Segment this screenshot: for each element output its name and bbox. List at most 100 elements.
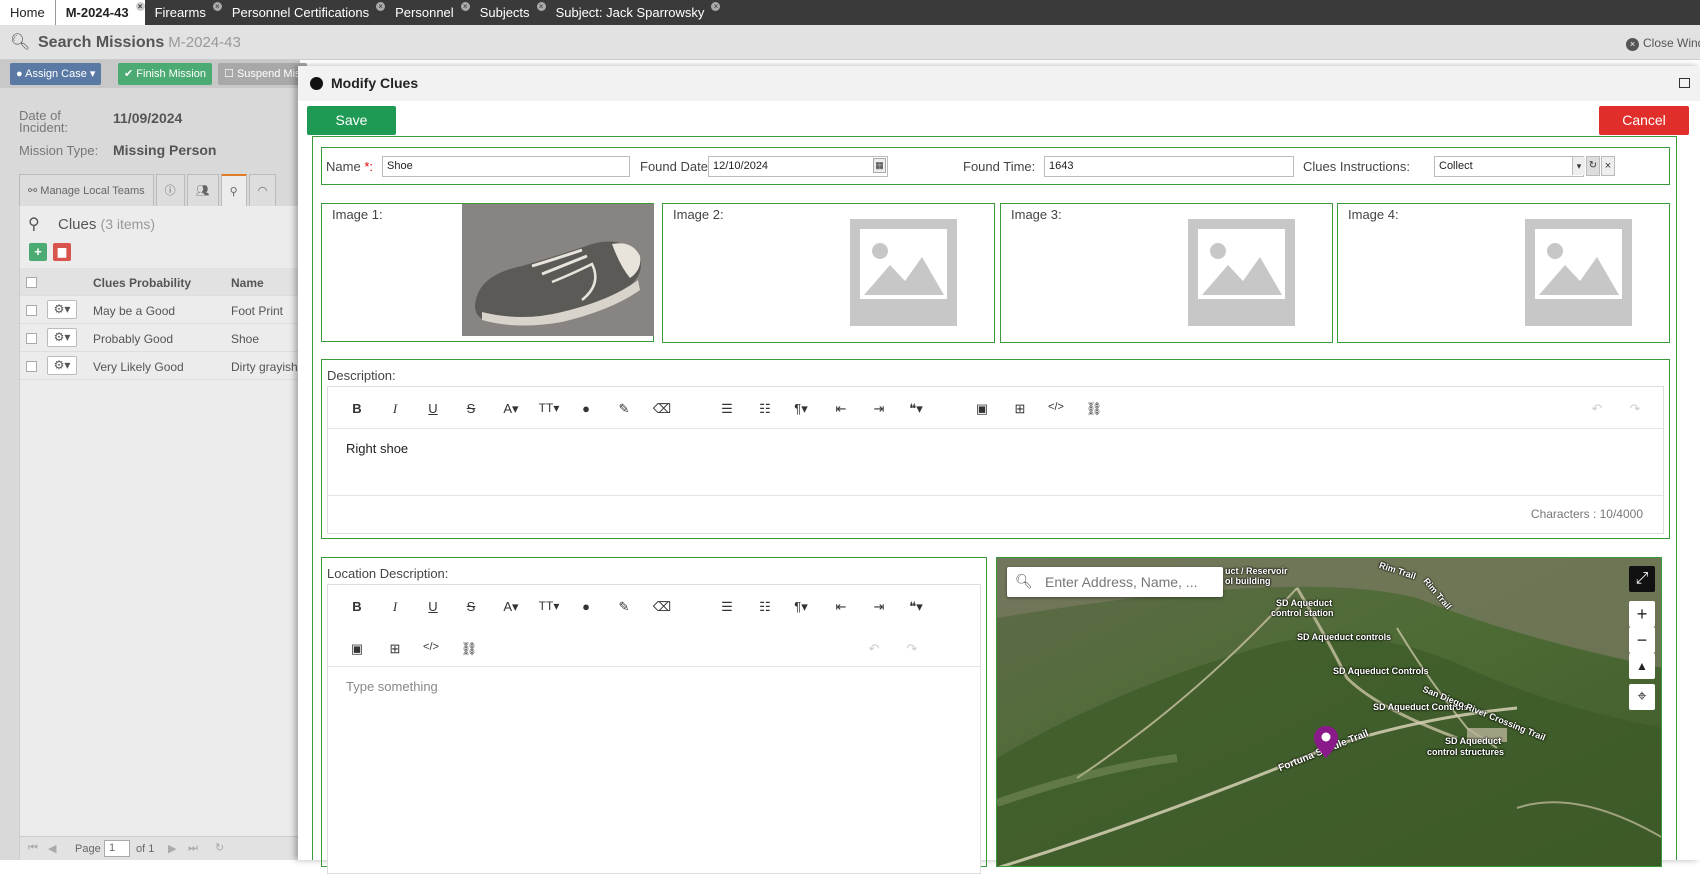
close-icon[interactable]: ×: [460, 2, 470, 11]
column-header-probability[interactable]: Clues Probability: [93, 276, 191, 290]
table-row[interactable]: ⚙▾ May be a Good Foot Print: [20, 296, 300, 324]
found-date-input[interactable]: 12/10/2024: [708, 156, 888, 177]
unordered-list-icon[interactable]: ☷: [753, 401, 777, 417]
tab-manage-local-teams[interactable]: ⚯ Manage Local Teams: [19, 174, 154, 206]
location-text-placeholder[interactable]: Type something: [346, 679, 438, 694]
tab-home[interactable]: Home: [0, 0, 56, 25]
zoom-out-button[interactable]: −: [1629, 627, 1655, 653]
compass-icon[interactable]: ▲: [1629, 653, 1655, 679]
gear-icon[interactable]: ⚙▾: [47, 300, 77, 319]
font-size-icon[interactable]: TT▾: [534, 599, 564, 613]
font-size-icon[interactable]: TT▾: [534, 401, 564, 415]
close-icon[interactable]: ×: [212, 2, 222, 11]
location-map[interactable]: 🔍︎ Enter Address, Name, ... uct / Reserv…: [996, 557, 1662, 867]
redo-icon[interactable]: ↷: [900, 641, 924, 657]
image-slot-1[interactable]: Image 1:: [321, 203, 654, 342]
row-checkbox[interactable]: [26, 333, 37, 344]
image-slot-2[interactable]: Image 2:: [662, 203, 995, 343]
undo-icon[interactable]: ↶: [1585, 401, 1609, 417]
text-color-icon[interactable]: ●: [574, 599, 598, 614]
tab-subjects[interactable]: Subjects ×: [470, 0, 546, 25]
close-icon[interactable]: ×: [135, 2, 145, 11]
cancel-button[interactable]: Cancel: [1599, 106, 1689, 135]
refresh-icon[interactable]: ↻: [1586, 156, 1600, 176]
locate-me-icon[interactable]: ⌖: [1629, 684, 1655, 710]
quote-icon[interactable]: ❝▾: [902, 599, 930, 615]
suspend-mission-button[interactable]: ☐ Suspend Mis: [218, 63, 307, 85]
tab-clues[interactable]: ⚲: [220, 174, 247, 206]
eraser-icon[interactable]: ⌫: [650, 599, 674, 615]
found-time-input[interactable]: 1643: [1044, 156, 1294, 177]
outdent-icon[interactable]: ⇤: [829, 599, 853, 615]
quote-icon[interactable]: ❝▾: [902, 401, 930, 417]
description-text[interactable]: Right shoe: [346, 441, 408, 456]
insert-image-icon[interactable]: ▣: [345, 641, 369, 657]
tab-subject-detail[interactable]: Subject: Jack Sparrowsky ×: [546, 0, 721, 25]
link-icon[interactable]: ⛓: [457, 641, 481, 657]
tab-personnel-certifications[interactable]: Personnel Certifications ×: [222, 0, 386, 25]
row-checkbox[interactable]: [26, 305, 37, 316]
insert-image-icon[interactable]: ▣: [970, 401, 994, 417]
insert-table-icon[interactable]: ⊞: [383, 641, 407, 657]
strikethrough-icon[interactable]: S: [459, 401, 483, 416]
tab-mission[interactable]: M-2024-43 ×: [55, 0, 145, 25]
image-slot-3[interactable]: Image 3:: [1000, 203, 1333, 343]
calendar-icon[interactable]: ▦: [873, 158, 886, 173]
fullscreen-icon[interactable]: ⤢: [1629, 566, 1655, 592]
bold-icon[interactable]: B: [345, 599, 369, 614]
bold-icon[interactable]: B: [345, 401, 369, 416]
outdent-icon[interactable]: ⇤: [829, 401, 853, 417]
tab-info[interactable]: ⓘ: [155, 174, 185, 206]
highlight-icon[interactable]: ✎: [612, 401, 636, 417]
tab-people[interactable]: 👥︎: [186, 174, 219, 206]
insert-table-icon[interactable]: ⊞: [1008, 401, 1032, 417]
chevron-down-icon[interactable]: ▾: [1572, 157, 1585, 175]
italic-icon[interactable]: I: [383, 599, 407, 615]
delete-clue-button[interactable]: ▆: [53, 243, 71, 261]
ordered-list-icon[interactable]: ☰: [715, 599, 739, 615]
text-color-icon[interactable]: ●: [574, 401, 598, 416]
zoom-in-button[interactable]: +: [1629, 601, 1655, 627]
strikethrough-icon[interactable]: S: [459, 599, 483, 614]
undo-icon[interactable]: ↶: [862, 641, 886, 657]
prev-page-icon[interactable]: ◀: [48, 842, 56, 855]
link-icon[interactable]: ⛓: [1082, 401, 1106, 417]
close-icon[interactable]: ×: [711, 2, 721, 11]
maximize-icon[interactable]: [1679, 78, 1690, 88]
eraser-icon[interactable]: ⌫: [650, 401, 674, 417]
underline-icon[interactable]: U: [421, 599, 445, 614]
paragraph-icon[interactable]: ¶▾: [787, 401, 815, 417]
map-search-box[interactable]: 🔍︎ Enter Address, Name, ...: [1007, 567, 1223, 597]
last-page-icon[interactable]: ⏭: [188, 842, 198, 855]
gear-icon[interactable]: ⚙▾: [47, 328, 77, 347]
tab-signal[interactable]: ◠: [248, 174, 277, 206]
refresh-icon[interactable]: ↻: [215, 841, 224, 854]
location-marker-icon[interactable]: [1314, 726, 1338, 758]
close-window-button[interactable]: × Close Window: [1626, 36, 1700, 51]
next-page-icon[interactable]: ▶: [168, 842, 176, 855]
table-row[interactable]: ⚙▾ Very Likely Good Dirty grayish: [20, 352, 300, 380]
tab-firearms[interactable]: Firearms ×: [145, 0, 222, 25]
italic-icon[interactable]: I: [383, 401, 407, 417]
underline-icon[interactable]: U: [421, 401, 445, 416]
close-icon[interactable]: ×: [376, 2, 386, 11]
name-input[interactable]: Shoe: [382, 156, 630, 177]
clear-icon[interactable]: ×: [1601, 156, 1615, 176]
image-slot-4[interactable]: Image 4:: [1337, 203, 1670, 343]
paragraph-icon[interactable]: ¶▾: [787, 599, 815, 615]
page-input[interactable]: 1: [104, 840, 130, 857]
unordered-list-icon[interactable]: ☷: [753, 599, 777, 615]
table-row[interactable]: ⚙▾ Probably Good Shoe: [20, 324, 300, 352]
search-icon[interactable]: 🔍︎: [10, 32, 30, 52]
finish-mission-button[interactable]: ✔ Finish Mission: [118, 63, 212, 85]
redo-icon[interactable]: ↷: [1623, 401, 1647, 417]
gear-icon[interactable]: ⚙▾: [47, 356, 77, 375]
indent-icon[interactable]: ⇥: [867, 599, 891, 615]
row-checkbox[interactable]: [26, 361, 37, 372]
highlight-icon[interactable]: ✎: [612, 599, 636, 615]
font-family-icon[interactable]: A▾: [497, 599, 525, 615]
assign-case-button[interactable]: ● Assign Case ▾: [10, 63, 102, 85]
code-view-icon[interactable]: </>: [1044, 401, 1068, 413]
clues-instructions-select[interactable]: Collect: [1434, 156, 1584, 177]
save-button[interactable]: Save: [307, 106, 396, 135]
